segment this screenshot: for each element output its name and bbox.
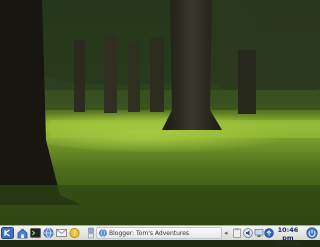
wallpaper-image: [0, 0, 320, 225]
kde-help-icon[interactable]: ?: [69, 227, 80, 239]
home-folder-icon[interactable]: [17, 227, 28, 239]
logout-button-icon[interactable]: [306, 227, 318, 239]
task-title: Blogger: Tom's Adventures: [109, 229, 190, 237]
mail-icon[interactable]: [56, 227, 67, 239]
tray-expand-arrow-icon[interactable]: ◂: [224, 228, 228, 238]
desktop-pager[interactable]: [88, 227, 94, 239]
panel-clock[interactable]: 10:46 pm 27.9.2009: [272, 226, 304, 247]
svg-text:?: ?: [73, 230, 77, 238]
konsole-icon[interactable]: [30, 227, 41, 239]
clock-date: 27.9.2009: [276, 242, 300, 247]
taskbar-window-button[interactable]: Blogger: Tom's Adventures: [96, 227, 222, 239]
clipboard-icon[interactable]: [232, 228, 242, 238]
volume-icon[interactable]: [243, 228, 253, 238]
taskbar-panel: ? Blogger: Tom's Adventures ◂ 10:46 pm 2…: [0, 225, 320, 247]
network-icon[interactable]: [254, 228, 264, 238]
konqueror-icon: [99, 229, 107, 237]
kde-k-menu-icon[interactable]: [1, 227, 14, 239]
desktop-wallpaper: [0, 0, 320, 225]
konqueror-browser-icon[interactable]: [43, 227, 54, 239]
